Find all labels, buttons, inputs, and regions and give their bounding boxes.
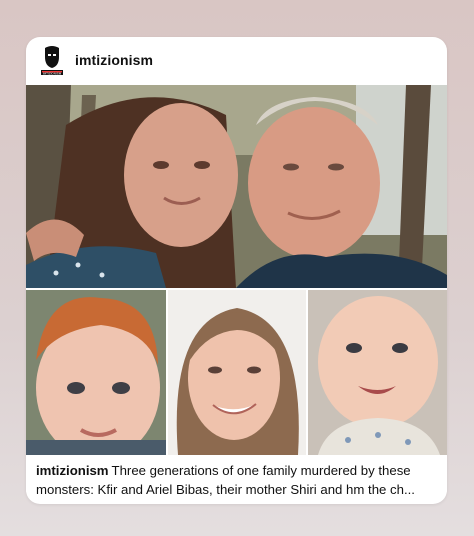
toddler-photo bbox=[26, 290, 166, 455]
instagram-post-card: IMTIZIONISM imtizionism imtizionism Thre… bbox=[26, 37, 447, 504]
post-header: IMTIZIONISM imtizionism bbox=[26, 37, 447, 85]
mother-photo bbox=[168, 290, 306, 455]
post-username[interactable]: imtizionism bbox=[75, 52, 153, 68]
post-image-collage[interactable] bbox=[26, 85, 447, 492]
caption-username[interactable]: imtizionism bbox=[36, 463, 109, 478]
bearded-man-logo-icon: IMTIZIONISM bbox=[41, 46, 63, 76]
post-caption[interactable]: imtizionism Three generations of one fami… bbox=[36, 461, 440, 499]
account-avatar[interactable]: IMTIZIONISM bbox=[38, 45, 66, 77]
baby-photo bbox=[308, 290, 447, 455]
grandparents-photo bbox=[26, 85, 447, 288]
avatar-brand-text: IMTIZIONISM bbox=[43, 72, 62, 76]
